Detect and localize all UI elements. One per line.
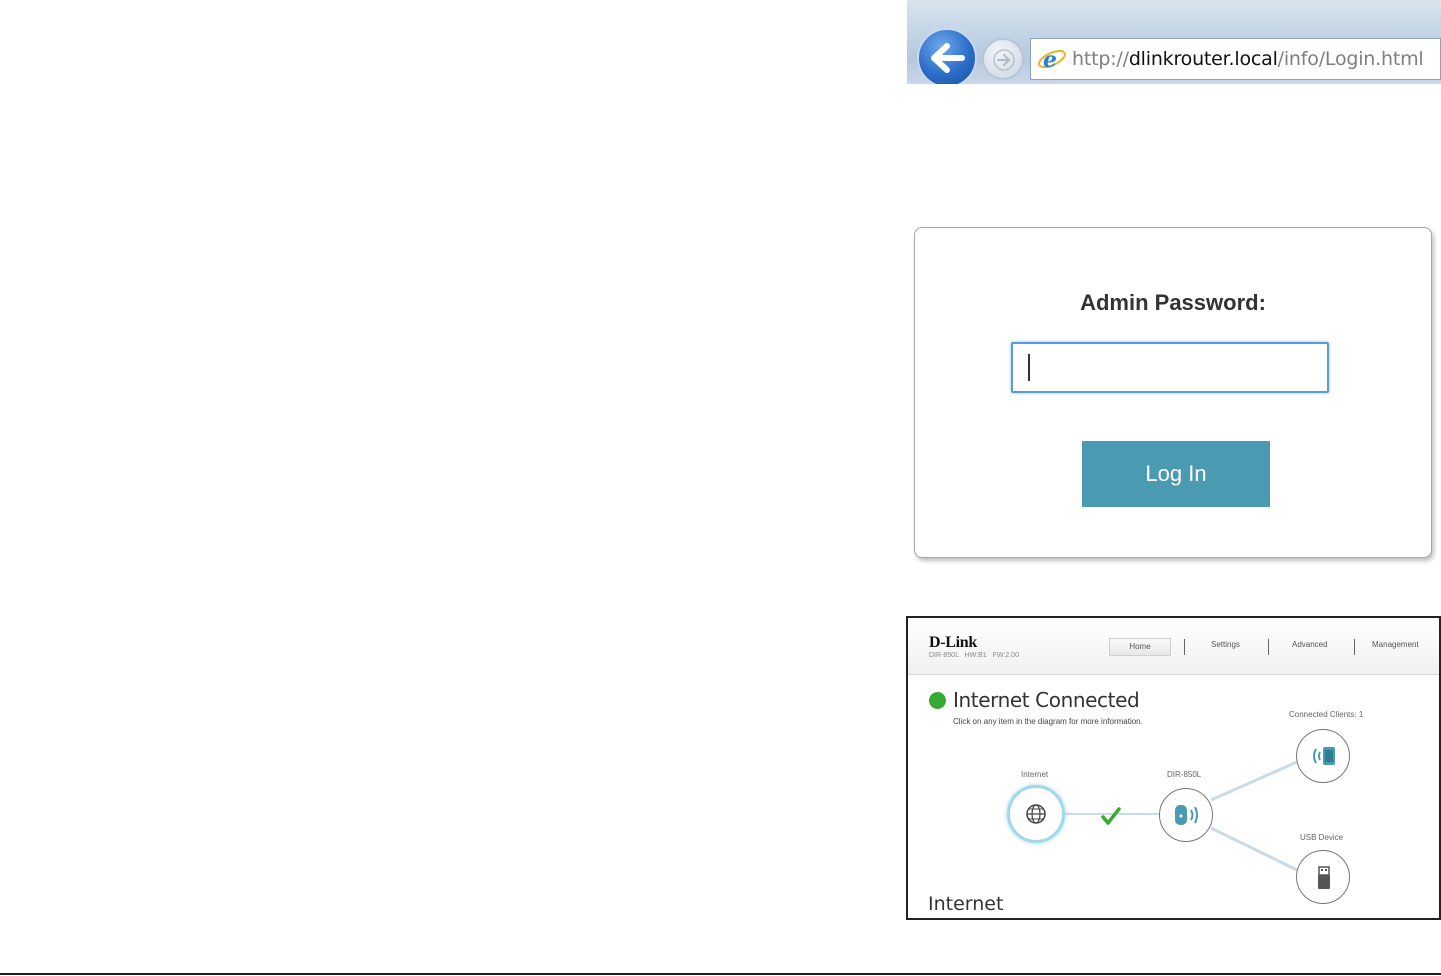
browser-toolbar: e http://dlinkrouter.local/info/Login.ht… xyxy=(907,0,1441,84)
router-home-preview: D-Link DIR-850L HW:B1 FW:2.00 Home Setti… xyxy=(906,616,1441,920)
clients-node-label: Connected Clients: 1 xyxy=(1289,710,1364,719)
network-diagram-lines xyxy=(1065,760,1298,872)
login-panel: Admin Password: Log In xyxy=(914,227,1432,558)
internet-node[interactable] xyxy=(1007,785,1065,843)
mobile-device-icon xyxy=(1313,747,1335,765)
arrow-right-icon xyxy=(993,49,1015,71)
text-caret xyxy=(1028,354,1030,381)
log-in-button[interactable]: Log In xyxy=(1082,441,1270,507)
back-button[interactable] xyxy=(917,28,977,84)
admin-password-label: Admin Password: xyxy=(1080,290,1266,315)
usb-device-node[interactable] xyxy=(1296,850,1350,904)
page-divider xyxy=(0,973,1441,975)
connected-clients-node[interactable] xyxy=(1296,729,1350,783)
section-title: Internet xyxy=(928,893,1004,915)
internet-explorer-icon: e xyxy=(1038,47,1066,73)
arrow-left-icon xyxy=(931,43,965,73)
address-bar[interactable]: e http://dlinkrouter.local/info/Login.ht… xyxy=(1030,38,1441,80)
forward-button[interactable] xyxy=(982,38,1024,80)
router-node-label: DIR-850L xyxy=(1167,770,1202,779)
usb-icon xyxy=(1318,866,1330,889)
router-node[interactable] xyxy=(1159,788,1213,842)
admin-password-input[interactable] xyxy=(1011,342,1329,393)
router-icon xyxy=(1175,805,1198,825)
svg-text:e: e xyxy=(1043,47,1057,73)
address-url: http://dlinkrouter.local/info/Login.html xyxy=(1072,48,1424,70)
internet-node-label: Internet xyxy=(1021,770,1049,779)
usb-node-label: USB Device xyxy=(1300,833,1344,842)
globe-icon xyxy=(1026,804,1046,824)
